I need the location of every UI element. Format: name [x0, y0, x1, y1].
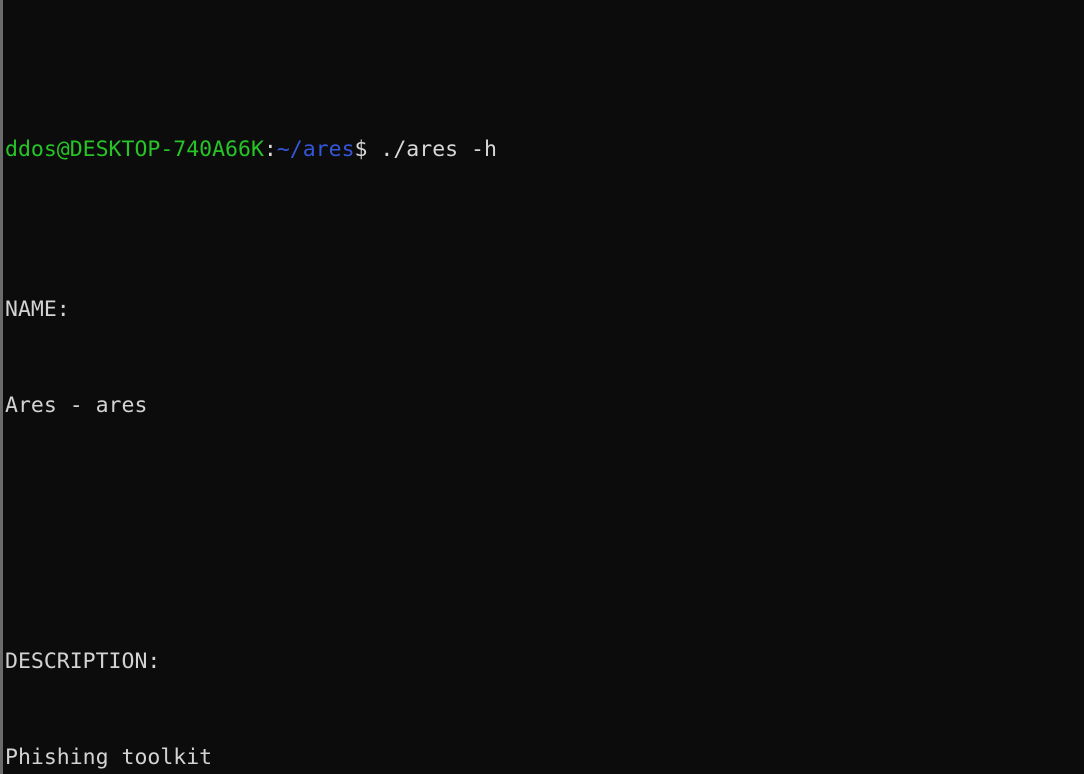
- name-value: Ares - ares: [5, 393, 148, 418]
- prompt-user-host: ddos@DESKTOP-740A66K: [5, 137, 264, 162]
- scrollbar-track[interactable]: [0, 0, 3, 774]
- prompt-path: ~/ares: [276, 137, 355, 162]
- prompt-line: ddos@DESKTOP-740A66K:~/ares$ ./ares -h: [5, 134, 1080, 166]
- section-heading-name: NAME:: [5, 297, 70, 322]
- prompt-sigil: $: [354, 137, 368, 162]
- prompt-command: ./ares -h: [367, 137, 497, 162]
- terminal-output[interactable]: ddos@DESKTOP-740A66K:~/ares$ ./ares -h N…: [5, 6, 1080, 774]
- description-value: Phishing toolkit: [5, 745, 213, 770]
- section-heading-description: DESCRIPTION:: [5, 649, 161, 674]
- prompt-separator: :: [263, 137, 277, 162]
- terminal-window[interactable]: ddos@DESKTOP-740A66K ddos@DESKTOP-740A66…: [0, 0, 1084, 774]
- scrollbar-thumb[interactable]: [0, 0, 3, 774]
